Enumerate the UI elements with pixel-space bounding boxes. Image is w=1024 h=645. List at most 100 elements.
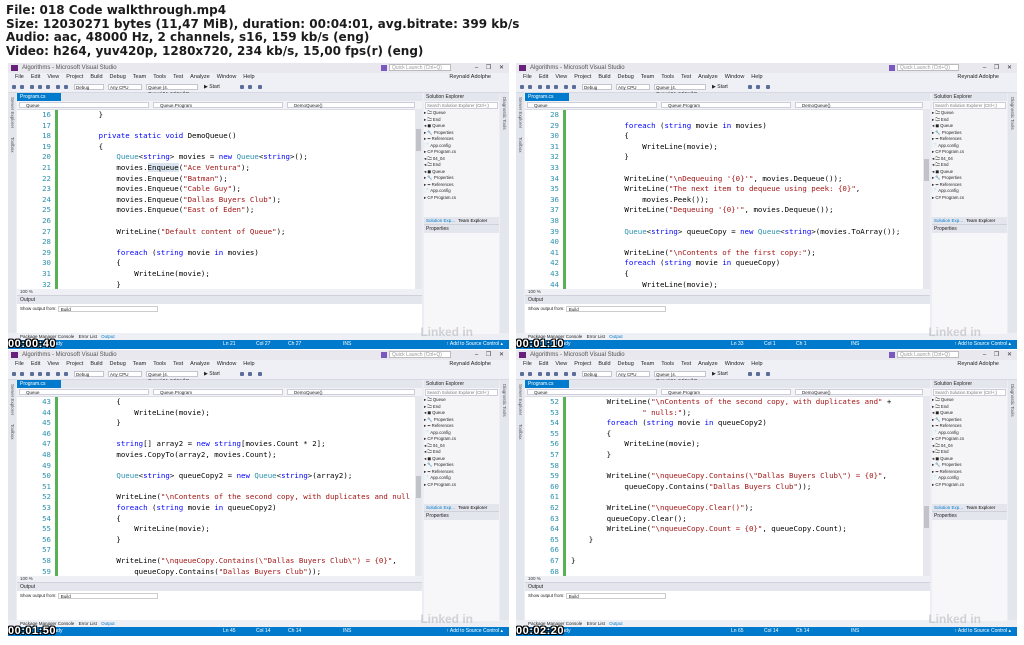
redo-icon[interactable] [572, 85, 576, 89]
menu-team[interactable]: Team [133, 74, 146, 80]
back-icon[interactable] [520, 85, 524, 89]
tab-output[interactable]: Output [609, 334, 623, 339]
tab-solution-explorer[interactable]: Solution Exp... [426, 505, 455, 510]
user-name[interactable]: Reynald Adolphe [957, 73, 999, 82]
menu-team[interactable]: Team [133, 361, 146, 367]
tab-error-list[interactable]: Error List [587, 621, 605, 626]
code-editor[interactable]: Program.cs Queue Queue.Program DemoQueue… [17, 93, 422, 334]
save-icon[interactable] [46, 372, 50, 376]
open-icon[interactable] [546, 372, 550, 376]
menu-help[interactable]: Help [751, 74, 762, 80]
quick-launch-input[interactable]: Quick Launch (Ctrl+Q) [897, 351, 959, 358]
code-line[interactable]: 64 WriteLine("\nqueueCopy.Count = {0}", … [525, 524, 923, 535]
undo-icon[interactable] [56, 85, 60, 89]
code-line[interactable]: 38 [525, 216, 923, 227]
menu-project[interactable]: Project [66, 361, 83, 367]
code-line[interactable]: 56 WriteLine(movie); [525, 439, 923, 450]
vertical-scrollbar[interactable] [415, 396, 422, 576]
menu-tools[interactable]: Tools [153, 361, 166, 367]
code-line[interactable]: 58 [525, 461, 923, 472]
tab-team-explorer[interactable]: Team Explorer [966, 218, 995, 223]
scrollbar-thumb[interactable] [924, 506, 929, 528]
code-area[interactable]: 43 {44 WriteLine(movie); 45 } 46 47 string[… [17, 397, 415, 576]
open-icon[interactable] [38, 85, 42, 89]
vertical-scrollbar[interactable] [415, 109, 422, 289]
code-line[interactable]: 49 [17, 461, 415, 472]
window-controls[interactable]: – ❐ ✕ [475, 63, 507, 73]
tab-output[interactable]: Output [101, 334, 115, 339]
startup-project-dropdown[interactable]: Queue (4. Queue\04_04\End\Q... [654, 371, 706, 383]
new-project-icon[interactable] [30, 85, 34, 89]
startup-project-dropdown[interactable]: Queue (4. Queue\04_04\End\Q... [146, 84, 198, 96]
code-line[interactable]: 31 WriteLine(movie); [17, 269, 415, 280]
code-line[interactable]: 43 { [17, 397, 415, 408]
redo-icon[interactable] [572, 372, 576, 376]
code-line[interactable]: 29 foreach (string movie in movies) [525, 121, 923, 132]
menu-help[interactable]: Help [751, 361, 762, 367]
back-icon[interactable] [12, 85, 16, 89]
project-dropdown[interactable]: Queue [19, 102, 149, 108]
menu-tools[interactable]: Tools [153, 74, 166, 80]
menu-analyze[interactable]: Analyze [698, 74, 718, 80]
undo-icon[interactable] [56, 372, 60, 376]
output-source-dropdown[interactable]: Build [57, 305, 158, 312]
solution-node[interactable]: ▸ C# Program.cs [424, 195, 499, 202]
code-line[interactable]: 34 WriteLine("\nDequeuing '{0}'", movies… [525, 174, 923, 185]
project-dropdown[interactable]: Queue [527, 389, 657, 395]
menu-project[interactable]: Project [574, 74, 591, 80]
code-line[interactable]: 36 movies.Peek()); [525, 195, 923, 206]
menu-debug[interactable]: Debug [110, 74, 126, 80]
code-line[interactable]: 58 WriteLine("\nqueueCopy.Contains(\"Dal… [17, 556, 415, 567]
menu-view[interactable]: View [47, 361, 59, 367]
scrollbar-thumb[interactable] [924, 159, 929, 181]
code-line[interactable]: 18 private static void DemoQueue() [17, 131, 415, 142]
back-icon[interactable] [520, 372, 524, 376]
code-line[interactable]: 46 [17, 429, 415, 440]
server-explorer-tab[interactable]: Server Explorer [9, 97, 15, 128]
solution-search-input[interactable]: Search Solution Explorer (Ctrl+;) [933, 389, 1006, 396]
quick-launch-input[interactable]: Quick Launch (Ctrl+Q) [389, 64, 451, 71]
code-line[interactable]: 40 [525, 237, 923, 248]
tab-output[interactable]: Output [609, 621, 623, 626]
code-line[interactable]: 41 WriteLine("\nContents of the first co… [525, 248, 923, 259]
menu-test[interactable]: Test [173, 74, 183, 80]
code-editor[interactable]: Program.cs Queue Queue.Program DemoQueue… [17, 380, 422, 621]
code-line[interactable]: 55 WriteLine(movie); [17, 524, 415, 535]
code-line[interactable]: 29 foreach (string movie in movies) [17, 248, 415, 259]
user-name[interactable]: Reynald Adolphe [449, 73, 491, 82]
tab-program-cs[interactable]: Program.cs [525, 380, 569, 388]
menu-view[interactable]: View [555, 361, 567, 367]
solution-node[interactable]: ▸ C# Program.cs [932, 195, 1007, 202]
code-line[interactable]: 59 WriteLine("\nqueueCopy.Contains(\"Dal… [525, 471, 923, 482]
class-dropdown[interactable]: Queue.Program [153, 389, 283, 395]
add-to-source-control[interactable]: ↑ Add to Source Control ▴ [446, 340, 503, 349]
code-line[interactable]: 28 [17, 237, 415, 248]
toolbar-icon[interactable] [748, 372, 752, 376]
code-line[interactable]: 42 foreach (string movie in queueCopy) [525, 258, 923, 269]
member-dropdown[interactable]: DemoQueue() [287, 102, 415, 108]
output-source-dropdown[interactable]: Build [57, 592, 158, 599]
code-line[interactable]: 47 string[] array2 = new string[movies.C… [17, 439, 415, 450]
code-line[interactable]: 65 } [525, 535, 923, 546]
tab-program-cs[interactable]: Program.cs [525, 93, 569, 101]
configuration-dropdown[interactable]: Debug [74, 84, 104, 90]
code-line[interactable]: 19 { [17, 142, 415, 153]
diagnostic-tools-tab[interactable]: Diagnostic Tools [500, 380, 509, 620]
server-explorer-tab[interactable]: Server Explorer [517, 97, 523, 128]
tab-solution-explorer[interactable]: Solution Exp... [934, 218, 963, 223]
solution-search-input[interactable]: Search Solution Explorer (Ctrl+;) [425, 389, 498, 396]
platform-dropdown[interactable]: Any CPU [616, 84, 650, 90]
menu-edit[interactable]: Edit [31, 361, 40, 367]
toolbar-icon[interactable] [248, 85, 252, 89]
tab-team-explorer[interactable]: Team Explorer [458, 218, 487, 223]
tab-team-explorer[interactable]: Team Explorer [458, 505, 487, 510]
save-icon[interactable] [554, 85, 558, 89]
menu-window[interactable]: Window [725, 361, 745, 367]
start-button[interactable]: ▶ Start [712, 371, 728, 377]
code-line[interactable]: 43 { [525, 269, 923, 280]
window-controls[interactable]: – ❐ ✕ [475, 350, 507, 360]
output-source-dropdown[interactable]: Build [565, 305, 666, 312]
menu-edit[interactable]: Edit [539, 361, 548, 367]
menu-build[interactable]: Build [598, 74, 610, 80]
code-line[interactable]: 55 { [525, 429, 923, 440]
